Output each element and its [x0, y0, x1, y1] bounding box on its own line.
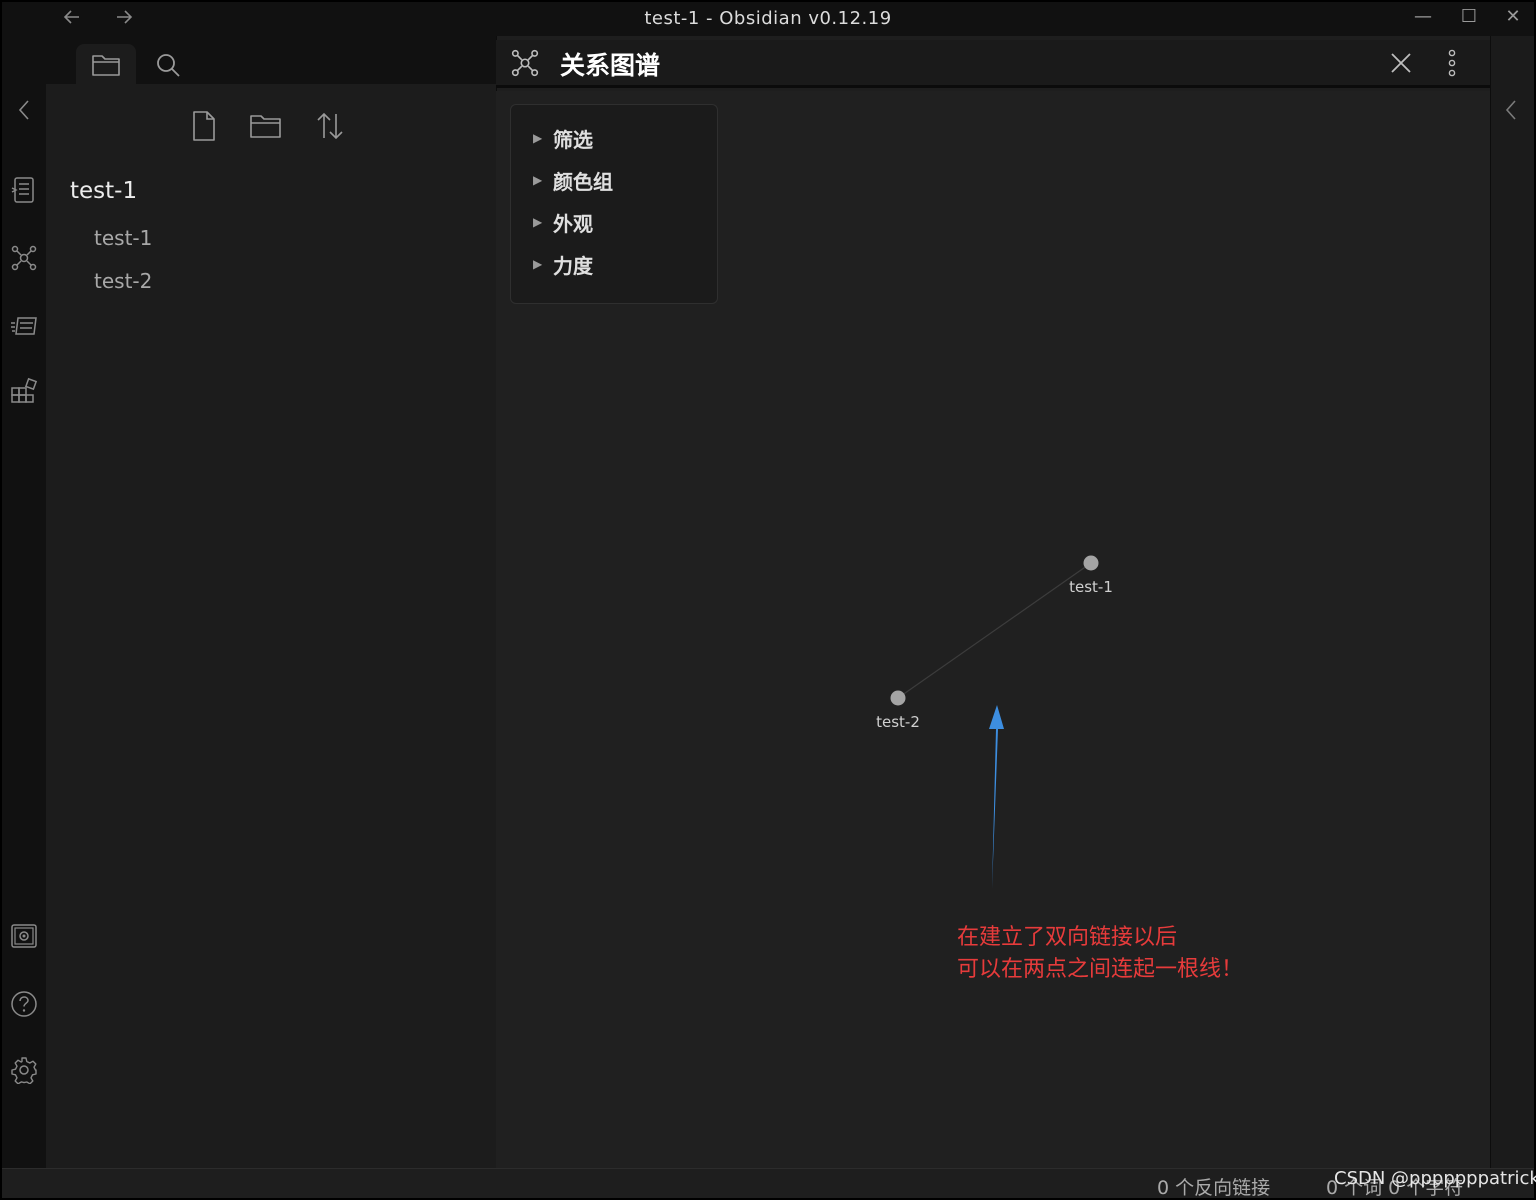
file-item[interactable]: test-1 — [94, 226, 152, 250]
annotation-text: 在建立了双向链接以后 可以在两点之间连起一根线！ — [957, 922, 1243, 986]
settings-icon — [11, 1057, 37, 1084]
right-sidebar-collapsed — [1490, 36, 1534, 1168]
command-palette-icon — [11, 377, 38, 403]
open-quick-switcher-icon — [11, 177, 34, 203]
file-explorer-icon — [92, 55, 120, 76]
close-window-button[interactable]: ✕ — [1498, 6, 1528, 32]
file-item[interactable]: test-2 — [94, 269, 152, 293]
tab-file-explorer[interactable] — [76, 44, 136, 86]
new-folder-button[interactable] — [248, 106, 284, 146]
quick-switcher-button[interactable] — [8, 174, 40, 206]
chevron-left-icon — [1505, 100, 1516, 120]
command-palette-button[interactable] — [8, 376, 40, 408]
minimize-button[interactable]: — — [1408, 6, 1438, 32]
search-icon — [157, 54, 180, 77]
obsidian-window: test-1 - Obsidian v0.12.19 — ☐ ✕ test-1 … — [2, 2, 1534, 1198]
graph-view-canvas[interactable]: ▶ 筛选 ▶ 颜色组 ▶ 外观 ▶ 力度 test-1 test-2 在建立了双… — [496, 91, 1490, 1168]
status-backlinks[interactable]: 0 个反向链接 — [1157, 1173, 1270, 1198]
new-note-button[interactable] — [186, 106, 222, 146]
sidebar-tab-header — [46, 36, 496, 86]
annotation-line: 在建立了双向链接以后 — [957, 925, 1178, 950]
new-note-icon — [193, 111, 215, 141]
graph-drawing: test-1 test-2 — [876, 555, 1113, 889]
graph-node-test-2[interactable] — [890, 690, 906, 706]
graph-edge — [897, 562, 1092, 699]
chevron-left-icon — [18, 100, 29, 120]
watermark: CSDN @pppppppatrick — [1334, 1168, 1536, 1189]
window-title: test-1 - Obsidian v0.12.19 — [644, 8, 892, 29]
collapse-left-sidebar-button[interactable] — [8, 94, 40, 126]
annotation-arrow — [989, 705, 1004, 889]
help-icon — [11, 991, 37, 1017]
maximize-button[interactable]: ☐ — [1454, 6, 1484, 32]
close-icon — [1391, 53, 1411, 73]
slides-icon — [11, 317, 37, 335]
file-explorer-panel: test-1 test-1 test-2 — [46, 84, 496, 1168]
graph-view-header-icon-wrap — [510, 48, 542, 80]
new-folder-icon — [250, 115, 281, 138]
sort-button[interactable] — [312, 106, 348, 146]
tab-search[interactable] — [138, 44, 198, 86]
status-bar: 0 个反向链接 0 个词 0 个字符 — [2, 1168, 1534, 1198]
folder-item[interactable]: test-1 — [70, 178, 137, 204]
sort-icon — [317, 112, 343, 140]
graph-view-icon — [11, 245, 37, 271]
expand-right-sidebar-button[interactable] — [1503, 98, 1523, 126]
graph-view-header: 关系图谱 — [496, 40, 1490, 88]
slides-button[interactable] — [8, 310, 40, 342]
close-graph-button[interactable] — [1388, 50, 1416, 78]
annotation-line: 可以在两点之间连起一根线！ — [957, 957, 1244, 982]
left-ribbon — [2, 36, 46, 1168]
vault-icon — [11, 924, 37, 948]
more-options-button[interactable] — [1440, 48, 1464, 80]
graph-node-test-1[interactable] — [1083, 555, 1099, 571]
title-bar: test-1 - Obsidian v0.12.19 — ☐ ✕ — [2, 2, 1534, 36]
help-button[interactable] — [8, 988, 40, 1020]
file-explorer-actions — [186, 106, 366, 146]
graph-view-icon — [511, 49, 539, 77]
more-vertical-icon — [1448, 49, 1456, 77]
graph-view-button[interactable] — [8, 242, 40, 274]
graph-view-title: 关系图谱 — [560, 51, 661, 80]
graph-node-label: test-1 — [1069, 578, 1113, 596]
graph-node-label: test-2 — [876, 713, 920, 731]
settings-button[interactable] — [8, 1054, 40, 1086]
open-vault-button[interactable] — [8, 920, 40, 952]
